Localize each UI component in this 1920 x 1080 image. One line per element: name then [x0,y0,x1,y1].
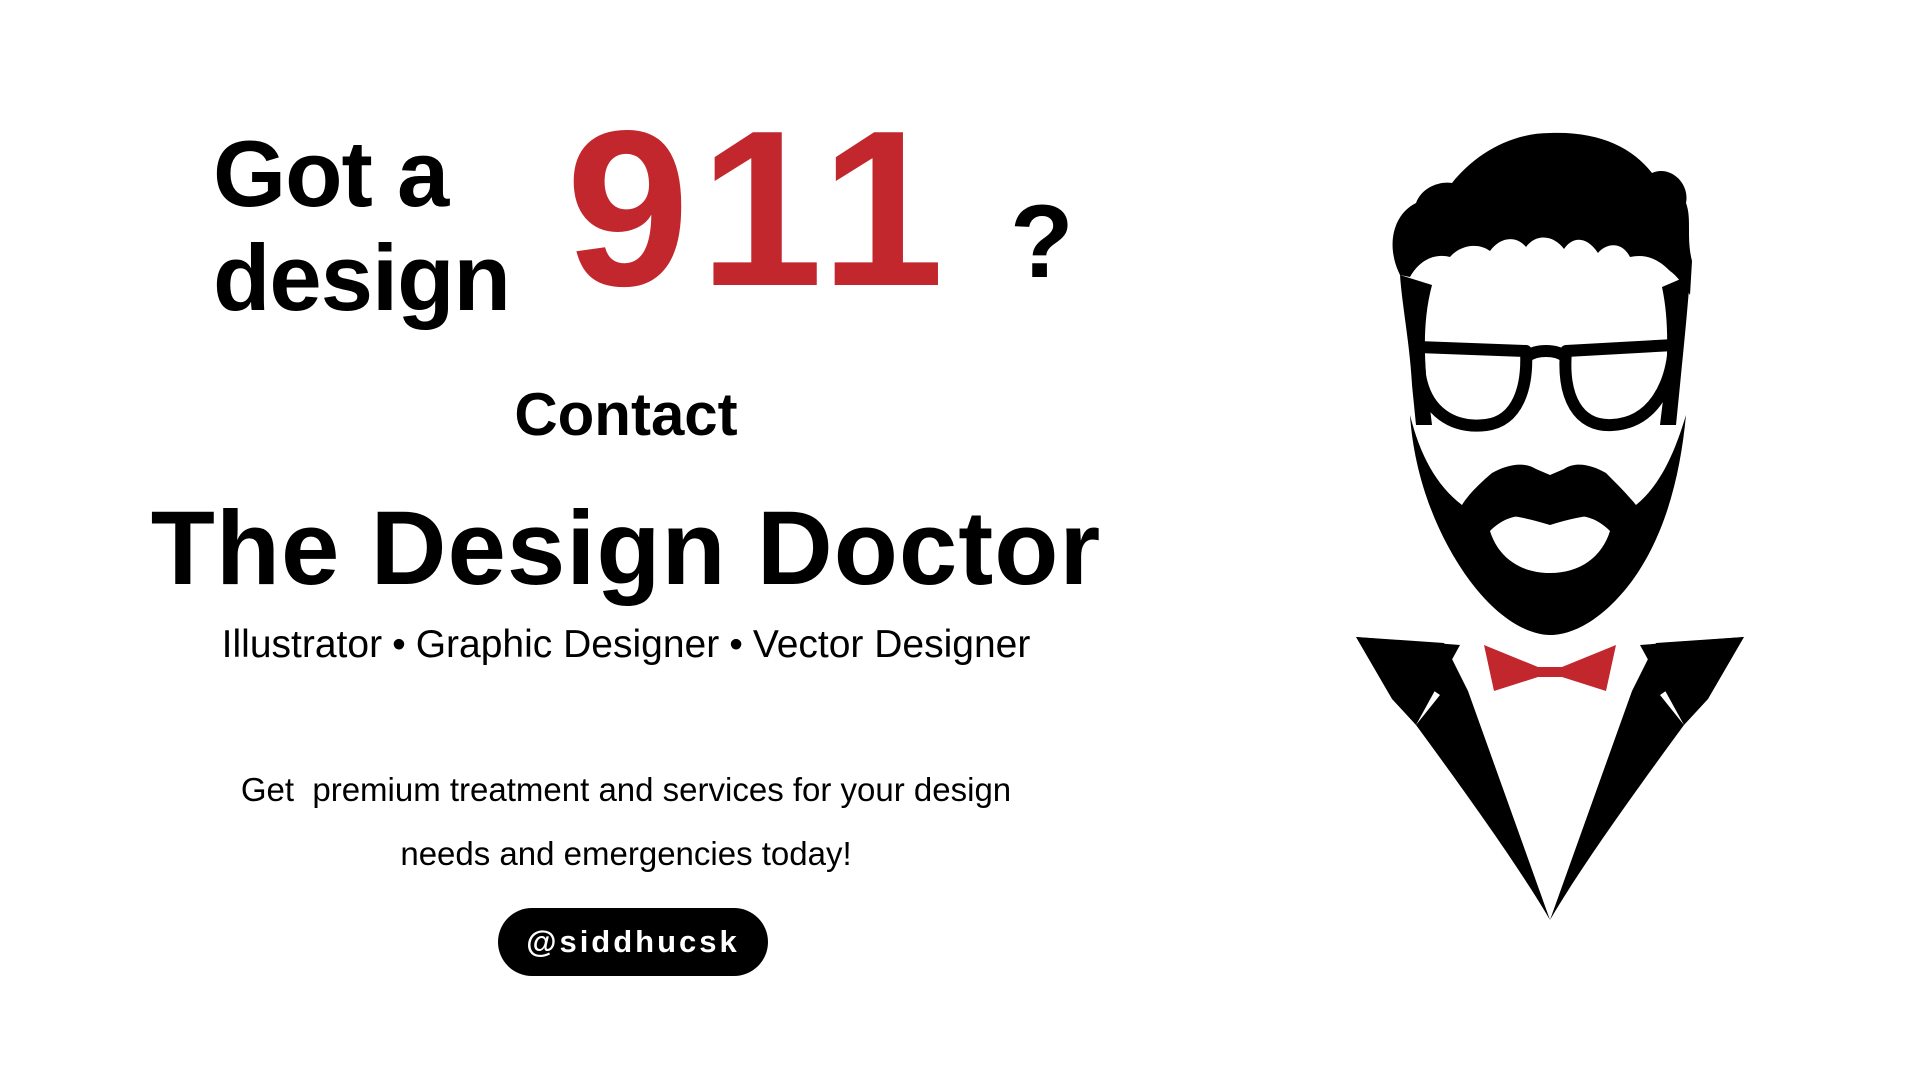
headline-text: Got a design [213,121,511,330]
headline-line-1: Got a [213,121,449,226]
handle-button[interactable]: @siddhucsk [498,908,768,976]
tagline-line-1: Get premium treatment and services for y… [240,771,1012,808]
headline-question-mark: ? [1010,184,1074,300]
glasses-icon [1411,337,1682,432]
contact-label: Contact [514,381,738,448]
poster-canvas: Got a design 911 ? Contact The Design Do… [0,0,1920,1080]
role-vector-designer: Vector Designer [752,623,1031,666]
brand-name: The Design Doctor [150,490,1102,607]
handle-label: @siddhucsk [526,924,740,959]
bow-tie-icon [1484,645,1616,691]
tagline: Get premium treatment and services for y… [0,758,1252,886]
headline-line-2: design [213,225,511,330]
hair-icon [1392,132,1692,295]
bearded-man-illustration [1356,132,1744,920]
headline-number: 911 [566,85,955,333]
tagline-line-2: needs and emergencies today! [400,835,852,872]
role-separator: • [729,623,743,666]
beard-icon [1410,415,1686,635]
role-illustrator: Illustrator [221,623,383,666]
role-graphic-designer: Graphic Designer [415,623,720,666]
roles-line: Illustrator • Graphic Designer • Vector Desi… [0,620,1252,670]
role-separator: • [392,623,406,666]
